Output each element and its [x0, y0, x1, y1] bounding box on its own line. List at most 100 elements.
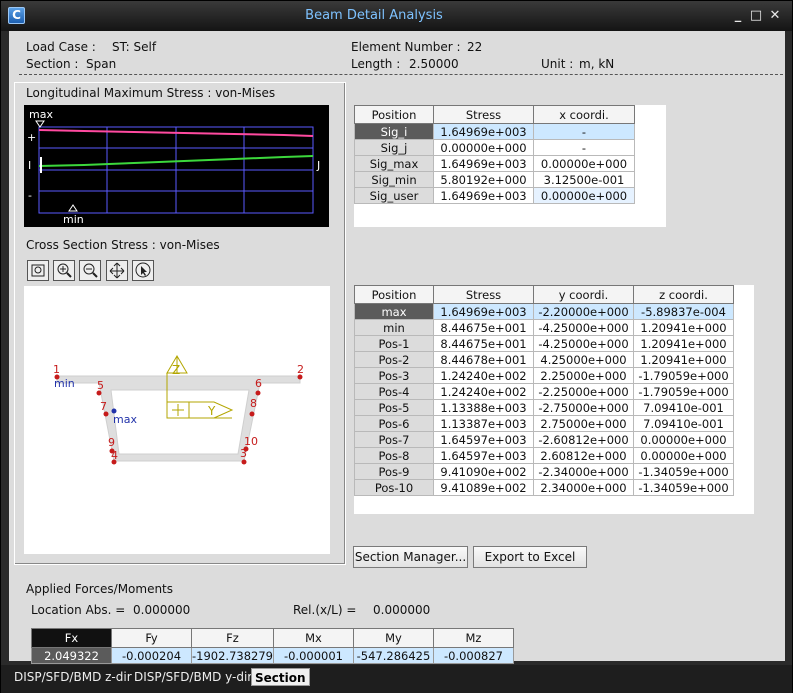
title-bar[interactable]: C Beam Detail Analysis _ □ ✕ [1, 1, 792, 31]
table-row[interactable]: Sig_min 5.80192e+000 3.12500e-001 [354, 171, 635, 188]
fz-value[interactable]: -1902.738279 [191, 647, 274, 664]
cell[interactable]: 2.75000e+000 [533, 415, 634, 432]
cell[interactable]: -2.34000e+000 [533, 463, 634, 480]
row-header[interactable]: Pos-4 [354, 383, 434, 400]
row-header[interactable]: Pos-9 [354, 463, 434, 480]
cell[interactable]: -4.25000e+000 [533, 335, 634, 352]
table-row[interactable]: Pos-10 9.41089e+002 2.34000e+000 -1.34059e+… [354, 479, 734, 496]
tab-disp-z[interactable]: DISP/SFD/BMD z-dir [11, 668, 135, 686]
cell[interactable]: 2.60812e+000 [533, 447, 634, 464]
tab-section[interactable]: Section [251, 668, 310, 686]
row-header[interactable]: Pos-10 [354, 479, 434, 496]
cell[interactable]: 0.00000e+000 [433, 139, 534, 156]
table-row[interactable]: min 8.44675e+001 -4.25000e+000 1.20941e+000 [354, 319, 734, 336]
row-header[interactable]: min [354, 319, 434, 336]
cell[interactable]: -5.89837e-004 [633, 303, 734, 320]
row-header[interactable]: Sig_max [354, 155, 434, 172]
table-row[interactable]: Pos-3 1.24240e+002 2.25000e+000 -1.79059e+0… [354, 367, 734, 384]
cell[interactable]: 1.13387e+003 [433, 415, 534, 432]
cell[interactable]: 1.64969e+003 [433, 123, 534, 140]
table-row[interactable]: Pos-9 9.41090e+002 -2.34000e+000 -1.34059e+… [354, 463, 734, 480]
cell[interactable]: 1.64969e+003 [433, 303, 534, 320]
row-header[interactable]: Sig_user [354, 187, 434, 204]
cell[interactable]: -4.25000e+000 [533, 319, 634, 336]
cell[interactable]: 1.24240e+002 [433, 367, 534, 384]
col-z-coordi[interactable]: z coordi. [633, 285, 734, 304]
cell[interactable]: 7.09410e-001 [633, 399, 734, 416]
row-header[interactable]: Sig_i [354, 123, 434, 140]
col-position[interactable]: Position [354, 105, 434, 124]
row-header[interactable]: Pos-6 [354, 415, 434, 432]
cross-section-view[interactable]: Z Y 1 2 4 3 5 6 7 8 9 10 min max [24, 286, 330, 554]
zoom-in-icon[interactable] [53, 260, 75, 281]
table-row[interactable]: Pos-6 1.13387e+003 2.75000e+000 7.09410e-00… [354, 415, 734, 432]
col-position[interactable]: Position [354, 285, 434, 304]
my-value[interactable]: -547.286425 [352, 647, 434, 664]
row-header[interactable]: Pos-2 [354, 351, 434, 368]
col-fy[interactable]: Fy [111, 628, 192, 648]
fy-value[interactable]: -0.000204 [111, 647, 192, 664]
row-header[interactable]: Sig_j [354, 139, 434, 156]
cell[interactable]: 9.41090e+002 [433, 463, 534, 480]
cell[interactable]: 1.13388e+003 [433, 399, 534, 416]
col-mx[interactable]: Mx [272, 628, 354, 648]
cell[interactable]: 1.64969e+003 [433, 187, 534, 204]
cell[interactable]: 7.09410e-001 [633, 415, 734, 432]
section-manager-button[interactable]: Section Manager... [353, 546, 468, 568]
cell[interactable]: - [533, 139, 635, 156]
zoom-out-icon[interactable] [79, 260, 101, 281]
table-row[interactable]: Sig_user 1.64969e+003 0.00000e+000 [354, 187, 635, 204]
zoom-fit-icon[interactable] [27, 260, 49, 281]
cell[interactable]: 5.80192e+000 [433, 171, 534, 188]
close-icon[interactable]: ✕ [767, 8, 783, 24]
table-row[interactable]: Pos-7 1.64597e+003 -2.60812e+000 0.00000e+0… [354, 431, 734, 448]
cell[interactable]: 1.20941e+000 [633, 335, 734, 352]
cell[interactable]: 8.44678e+001 [433, 351, 534, 368]
row-header[interactable]: Pos-7 [354, 431, 434, 448]
table-row[interactable]: Sig_j 0.00000e+000 - [354, 139, 635, 156]
table-row[interactable]: Pos-2 8.44678e+001 4.25000e+000 1.20941e+00… [354, 351, 734, 368]
cell[interactable]: 8.44675e+001 [433, 335, 534, 352]
table-row[interactable]: Sig_max 1.64969e+003 0.00000e+000 [354, 155, 635, 172]
table-row[interactable]: Pos-5 1.13388e+003 -2.75000e+000 7.09410e-0… [354, 399, 734, 416]
forces-values-row[interactable]: 2.049322 -0.000204 -1902.738279 -0.00000… [31, 647, 514, 664]
row-header[interactable]: Pos-5 [354, 399, 434, 416]
maximize-icon[interactable]: □ [748, 8, 764, 24]
row-header[interactable]: Pos-3 [354, 367, 434, 384]
cell[interactable]: -1.79059e+000 [633, 383, 734, 400]
cell[interactable]: 3.12500e-001 [533, 171, 635, 188]
fx-value[interactable]: 2.049322 [31, 647, 112, 664]
table-row[interactable]: Pos-4 1.24240e+002 -2.25000e+000 -1.79059e+… [354, 383, 734, 400]
cell[interactable]: 2.34000e+000 [533, 479, 634, 496]
row-header[interactable]: max [354, 303, 434, 320]
cell[interactable]: -1.34059e+000 [633, 479, 734, 496]
cell[interactable]: 1.64969e+003 [433, 155, 534, 172]
row-header[interactable]: Pos-1 [354, 335, 434, 352]
cell[interactable]: 1.20941e+000 [633, 351, 734, 368]
col-stress[interactable]: Stress [433, 285, 534, 304]
cell[interactable]: 2.25000e+000 [533, 367, 634, 384]
minimize-icon[interactable]: _ [730, 8, 746, 24]
col-y-coordi[interactable]: y coordi. [533, 285, 634, 304]
cell[interactable]: -2.75000e+000 [533, 399, 634, 416]
cell[interactable]: 1.24240e+002 [433, 383, 534, 400]
cell[interactable]: -1.34059e+000 [633, 463, 734, 480]
select-icon[interactable] [132, 260, 154, 281]
table-row[interactable]: Pos-8 1.64597e+003 2.60812e+000 0.00000e+00… [354, 447, 734, 464]
cell[interactable]: 4.25000e+000 [533, 351, 634, 368]
cell[interactable]: 8.44675e+001 [433, 319, 534, 336]
export-excel-button[interactable]: Export to Excel [473, 546, 587, 568]
cell[interactable]: 0.00000e+000 [633, 431, 734, 448]
table-row[interactable]: Sig_i 1.64969e+003 - [354, 123, 635, 140]
longitudinal-stress-graph[interactable]: max min + I - J [24, 105, 329, 227]
cell[interactable]: -2.25000e+000 [533, 383, 634, 400]
col-stress[interactable]: Stress [433, 105, 534, 124]
col-x-coordi[interactable]: x coordi. [533, 105, 635, 124]
col-fx[interactable]: Fx [31, 628, 112, 648]
cell[interactable]: 0.00000e+000 [633, 447, 734, 464]
pan-icon[interactable] [106, 260, 128, 281]
tab-disp-y[interactable]: DISP/SFD/BMD y-dir [131, 668, 255, 686]
cell[interactable]: -2.20000e+000 [533, 303, 634, 320]
table-row[interactable]: Pos-1 8.44675e+001 -4.25000e+000 1.20941e+0… [354, 335, 734, 352]
cell[interactable]: 0.00000e+000 [533, 187, 635, 204]
